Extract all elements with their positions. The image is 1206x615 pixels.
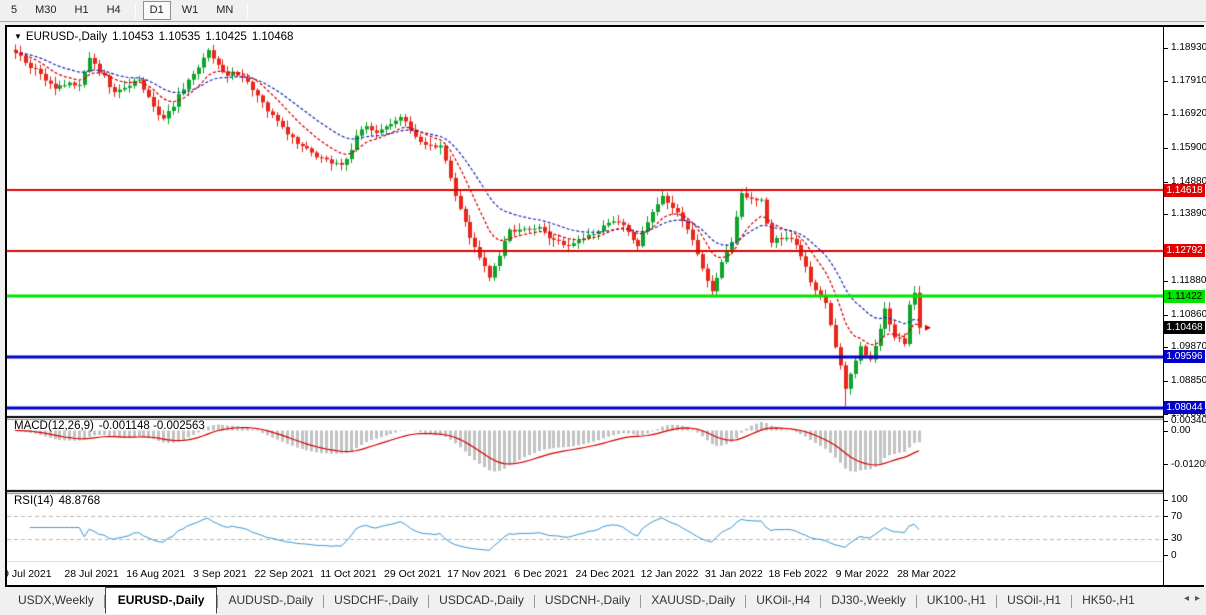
macd-pane-title: MACD(12,26,9) -0.001148 -0.002563 <box>14 420 205 432</box>
rsi-axis-label: 100 <box>1171 494 1188 506</box>
timeframe-button-MN[interactable]: MN <box>209 1 240 20</box>
rsi-axis-tick <box>1164 538 1168 540</box>
toolbar-separator <box>247 2 249 19</box>
chart-tab-HK50-H1[interactable]: HK50-,H1 <box>1072 589 1145 612</box>
rsi-axis-tick <box>1164 499 1168 501</box>
rsi-axis-tick <box>1164 555 1168 557</box>
rsi-label: RSI(14) <box>14 495 54 507</box>
trading-app: 5 M30 H1 H4 D1 W1 MN ▼ EURUSD-,Daily 1.10453 1.10… <box>0 0 1206 615</box>
timeframe-toolbar: 5 M30 H1 H4 D1 W1 MN <box>0 0 1206 22</box>
chart-tab-DJ30-Weekly[interactable]: DJ30-,Weekly <box>821 589 915 612</box>
chart-canvas[interactable] <box>7 27 1163 585</box>
chart-tab-USDX-Weekly[interactable]: USDX,Weekly <box>8 589 104 612</box>
ohlc-high: 1.10535 <box>158 31 201 43</box>
timeframe-button-H4[interactable]: H4 <box>100 1 128 20</box>
date-label: 3 Sep 2021 <box>193 568 247 580</box>
date-label: 17 Nov 2021 <box>447 568 507 580</box>
chart-tab-XAUUSD-Daily[interactable]: XAUUSD-,Daily <box>641 589 745 612</box>
date-label: 12 Jan 2022 <box>640 568 699 580</box>
date-label: 29 Oct 2021 <box>384 568 442 580</box>
price-axis-label: 1.10860 <box>1171 308 1206 320</box>
price-axis-label: 1.13890 <box>1171 208 1206 220</box>
ohlc-open: 1.10453 <box>112 31 154 43</box>
expand-triangle-icon[interactable]: ▼ <box>14 32 22 41</box>
symbol-name: EURUSD-,Daily <box>25 31 108 43</box>
tab-scroll-left-icon[interactable]: ◂ <box>1184 593 1189 604</box>
rsi-axis-label: 0 <box>1171 549 1177 561</box>
chart-tab-USDCNH-Daily[interactable]: USDCNH-,Daily <box>535 589 640 612</box>
rsi-axis-tick <box>1164 516 1168 518</box>
date-label: 28 Mar 2022 <box>896 568 956 580</box>
price-axis-tick <box>1164 114 1168 116</box>
price-axis[interactable]: 1.18930 1.17910 1.16920 1.15900 1.14880 1.138… <box>1163 27 1206 585</box>
macd-axis-tick <box>1164 430 1168 432</box>
timeframe-button-D1[interactable]: D1 <box>142 1 171 20</box>
timeframe-button-5[interactable]: 5 <box>4 1 24 20</box>
price-axis-tick <box>1164 47 1168 49</box>
chart-window: ▼ EURUSD-,Daily 1.10453 1.10535 1.10425 1.104… <box>5 25 1206 587</box>
price-axis-label: 1.18930 <box>1171 41 1206 53</box>
chart-tab-bar: USDX,Weekly EURUSD-,Daily AUDUSD-,Daily USD… <box>0 587 1206 615</box>
rsi-axis-label: 70 <box>1171 510 1183 522</box>
date-label: 16 Aug 2021 <box>126 568 186 580</box>
price-axis-tick <box>1164 81 1168 83</box>
date-label: 11 Oct 2021 <box>320 568 377 580</box>
price-axis-label: 1.11880 <box>1171 274 1206 286</box>
price-badge-1.10468: 1.10468 <box>1164 321 1205 335</box>
price-axis-tick <box>1164 147 1168 149</box>
chart-title: ▼ EURUSD-,Daily 1.10453 1.10535 1.10425 1.104… <box>14 31 293 43</box>
rsi-pane-title: RSI(14) 48.8768 <box>14 495 100 507</box>
date-label: 9 Mar 2022 <box>835 568 889 580</box>
tab-scroll-arrows: ◂ ▸ <box>1184 589 1206 604</box>
date-label: 31 Jan 2022 <box>704 568 763 580</box>
price-badge-1.08044: 1.08044 <box>1164 401 1205 415</box>
price-badge-1.14618: 1.14618 <box>1164 183 1205 197</box>
chart-tab-USDCHF-Daily[interactable]: USDCHF-,Daily <box>324 589 428 612</box>
chart-tab-UKOil-H4[interactable]: UKOil-,H4 <box>746 589 820 612</box>
price-badge-1.11422: 1.11422 <box>1164 289 1205 303</box>
chart-tab-AUDUSD-Daily[interactable]: AUDUSD-,Daily <box>218 589 323 612</box>
toolbar-separator <box>134 2 136 19</box>
timeframe-button-H1[interactable]: H1 <box>68 1 96 20</box>
date-label: 24 Dec 2021 <box>575 568 636 580</box>
date-label: 22 Sep 2021 <box>254 568 314 580</box>
chart-tab-EURUSD-Daily[interactable]: EURUSD-,Daily <box>104 587 218 614</box>
price-badge-1.12792: 1.12792 <box>1164 244 1205 258</box>
price-axis-label: 1.16920 <box>1171 108 1206 120</box>
macd-axis-label: 0.00 <box>1171 425 1191 436</box>
price-axis-label: 1.15900 <box>1171 141 1206 153</box>
date-label: 28 Jul 2021 <box>64 568 119 580</box>
tab-scroll-right-icon[interactable]: ▸ <box>1195 593 1200 604</box>
date-label: 18 Feb 2022 <box>768 568 828 580</box>
price-axis-tick <box>1164 280 1168 282</box>
chart-tab-USOil-H1[interactable]: USOil-,H1 <box>997 589 1071 612</box>
date-label: 9 Jul 2021 <box>7 568 52 580</box>
macd-axis-label: -0.01205 <box>1171 458 1206 470</box>
date-label: 6 Dec 2021 <box>514 568 568 580</box>
rsi-value: 48.8768 <box>58 495 101 507</box>
timeframe-button-W1[interactable]: W1 <box>175 1 206 20</box>
price-axis-tick <box>1164 214 1168 216</box>
price-badge-1.09596: 1.09596 <box>1164 350 1205 364</box>
rsi-axis-label: 30 <box>1171 533 1183 545</box>
chart-tab-UK100-H1[interactable]: UK100-,H1 <box>917 589 996 612</box>
macd-label: MACD(12,26,9) <box>14 420 94 432</box>
macd-values: -0.001148 -0.002563 <box>98 420 205 432</box>
timeframe-button-M30[interactable]: M30 <box>28 1 63 20</box>
macd-axis-tick <box>1164 464 1168 466</box>
ohlc-close: 1.10468 <box>251 31 294 43</box>
price-axis-label: 1.08850 <box>1171 375 1206 387</box>
price-axis-tick <box>1164 314 1168 316</box>
price-axis-tick <box>1164 347 1168 349</box>
date-axis[interactable]: 9 Jul 2021 28 Jul 2021 16 Aug 2021 3 Sep 20… <box>7 562 1163 585</box>
macd-axis-tick <box>1164 420 1168 422</box>
price-axis-tick <box>1164 381 1168 383</box>
chart-tab-USDCAD-Daily[interactable]: USDCAD-,Daily <box>429 589 534 612</box>
ohlc-low: 1.10425 <box>205 31 247 43</box>
price-axis-tick <box>1164 181 1168 183</box>
price-axis-label: 1.17910 <box>1171 75 1206 87</box>
